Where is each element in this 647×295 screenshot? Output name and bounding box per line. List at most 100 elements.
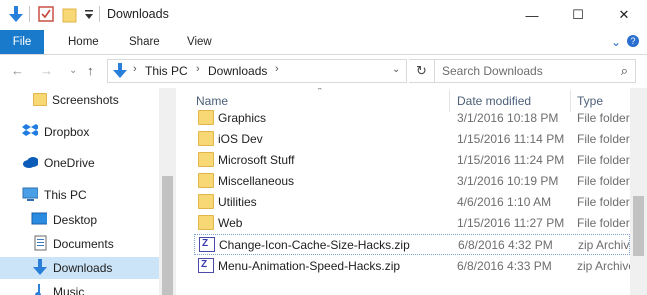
maximize-icon: ☐ xyxy=(572,7,584,22)
recent-locations-icon[interactable]: ⌄ xyxy=(69,65,77,76)
file-name: Microsoft Stuff xyxy=(218,153,295,167)
refresh-button[interactable]: ↻ xyxy=(409,59,435,83)
downloads-icon xyxy=(33,259,47,275)
nav-item-label: Documents xyxy=(53,237,114,251)
properties-check-icon[interactable] xyxy=(38,6,54,22)
file-row[interactable]: Miscellaneous 3/1/2016 10:19 PM File fol… xyxy=(194,171,630,192)
nav-item-label: Screenshots xyxy=(52,93,119,107)
minimize-button[interactable]: — xyxy=(509,0,555,30)
title-separator xyxy=(99,6,100,22)
nav-item-screenshots[interactable]: Screenshots xyxy=(0,89,159,111)
breadcrumb-arrow-icon[interactable]: › xyxy=(196,63,200,75)
file-name: iOS Dev xyxy=(218,132,263,146)
title-bar: Downloads — ☐ ✕ xyxy=(0,0,647,30)
file-date-modified: 3/1/2016 10:18 PM xyxy=(457,111,559,125)
download-arrow-icon[interactable] xyxy=(8,6,24,23)
folder-icon xyxy=(198,131,214,146)
nav-item-music[interactable]: Music xyxy=(0,281,159,295)
file-list-scrollbar[interactable] xyxy=(630,88,647,295)
file-row[interactable]: Graphics 3/1/2016 10:18 PM File folder xyxy=(194,108,630,129)
file-name: Utilities xyxy=(218,195,257,209)
folder-icon xyxy=(198,173,214,188)
ribbon-expand-icon[interactable]: ⌄ xyxy=(611,35,621,49)
up-icon[interactable]: ↑ xyxy=(87,63,94,78)
file-name: Change-Icon-Cache-Size-Hacks.zip xyxy=(219,238,410,252)
nav-item-desktop[interactable]: Desktop xyxy=(0,209,159,231)
search-box[interactable]: ⌕ xyxy=(434,59,636,83)
tab-home[interactable]: Home xyxy=(68,30,99,54)
file-row[interactable]: Microsoft Stuff 1/15/2016 11:24 PM File … xyxy=(194,150,630,171)
nav-item-this-pc[interactable]: This PC xyxy=(0,184,159,206)
file-date-modified: 1/15/2016 11:24 PM xyxy=(457,153,565,167)
file-date-modified: 6/8/2016 4:32 PM xyxy=(458,238,553,252)
navigation-pane: Screenshots Dropbox OneDrive This PC Des… xyxy=(0,88,176,295)
nav-item-label: Downloads xyxy=(53,261,113,275)
minimize-icon: — xyxy=(525,7,539,23)
tab-share[interactable]: Share xyxy=(129,30,160,54)
file-date-modified: 3/1/2016 10:19 PM xyxy=(457,174,559,188)
close-icon: ✕ xyxy=(618,7,630,22)
close-button[interactable]: ✕ xyxy=(601,0,647,30)
tab-view[interactable]: View xyxy=(187,30,212,54)
address-dropdown-icon[interactable]: ⌄ xyxy=(392,64,400,75)
nav-item-documents[interactable]: Documents xyxy=(0,233,159,255)
file-name: Miscellaneous xyxy=(218,174,295,188)
window-title: Downloads xyxy=(107,7,169,21)
help-icon[interactable]: ? xyxy=(627,35,639,47)
dropdown-chevron-icon[interactable] xyxy=(84,10,94,20)
nav-item-onedrive[interactable]: OneDrive xyxy=(0,152,159,174)
nav-item-label: Music xyxy=(53,285,85,295)
file-date-modified: 1/15/2016 11:14 PM xyxy=(457,132,565,146)
folder-icon xyxy=(198,110,214,125)
nav-item-downloads[interactable]: Downloads xyxy=(0,257,159,279)
file-list-scrollbar-thumb[interactable] xyxy=(633,196,644,256)
zip-archive-icon xyxy=(198,258,214,273)
file-list: ⌃ Name Date modified Type Graphics 3/1/2… xyxy=(176,88,647,295)
nav-scrollbar[interactable] xyxy=(159,88,176,295)
file-row[interactable]: Web 1/15/2016 11:27 PM File folder xyxy=(194,213,630,234)
folder-icon xyxy=(198,194,214,209)
breadcrumb-downloads[interactable]: Downloads xyxy=(208,64,267,78)
file-date-modified: 1/15/2016 11:27 PM xyxy=(457,216,565,230)
back-icon[interactable]: ← xyxy=(11,63,24,78)
file-date-modified: 4/6/2016 1:10 AM xyxy=(457,195,552,209)
breadcrumb-arrow-icon[interactable]: › xyxy=(275,63,279,75)
file-name: Graphics xyxy=(218,111,267,125)
nav-item-label: Dropbox xyxy=(44,125,90,139)
zip-archive-icon xyxy=(199,237,215,252)
file-row[interactable]: Menu-Animation-Speed-Hacks.zip 6/8/2016 … xyxy=(194,256,635,277)
nav-item-label: OneDrive xyxy=(44,156,95,170)
folder-icon xyxy=(198,152,214,167)
dropbox-icon xyxy=(22,124,38,136)
new-folder-icon[interactable] xyxy=(62,6,78,23)
toolbar-separator xyxy=(29,6,30,22)
nav-item-label: Desktop xyxy=(53,213,98,227)
breadcrumb-this-pc[interactable]: This PC xyxy=(145,64,188,78)
file-row[interactable]: Change-Icon-Cache-Size-Hacks.zip 6/8/201… xyxy=(194,234,636,255)
forward-icon[interactable]: → xyxy=(40,63,53,78)
folder-icon xyxy=(198,215,214,230)
onedrive-icon xyxy=(23,157,38,168)
music-icon xyxy=(35,284,41,295)
search-icon[interactable]: ⌕ xyxy=(621,63,628,79)
documents-icon xyxy=(34,235,47,251)
folder-icon xyxy=(33,93,47,106)
refresh-icon: ↻ xyxy=(416,63,427,78)
desktop-icon xyxy=(31,212,47,225)
this-pc-icon xyxy=(22,187,38,201)
maximize-button[interactable]: ☐ xyxy=(555,0,601,30)
nav-item-dropbox[interactable]: Dropbox xyxy=(0,121,159,143)
file-name: Web xyxy=(218,216,243,230)
file-name: Menu-Animation-Speed-Hacks.zip xyxy=(218,259,401,273)
address-bar[interactable]: › This PC › Downloads › ⌄ xyxy=(107,59,407,83)
nav-item-label: This PC xyxy=(44,188,87,202)
breadcrumb-arrow-icon[interactable]: › xyxy=(133,63,137,75)
file-date-modified: 6/8/2016 4:33 PM xyxy=(457,259,552,273)
tab-file[interactable]: File xyxy=(0,30,44,54)
search-input[interactable] xyxy=(442,64,612,78)
file-row[interactable]: iOS Dev 1/15/2016 11:14 PM File folder xyxy=(194,129,630,150)
downloads-location-icon xyxy=(113,63,127,78)
file-row[interactable]: Utilities 4/6/2016 1:10 AM File folder xyxy=(194,192,630,213)
ribbon: File Home Share View ⌄ ? xyxy=(0,30,647,55)
nav-scrollbar-thumb[interactable] xyxy=(162,176,173,295)
